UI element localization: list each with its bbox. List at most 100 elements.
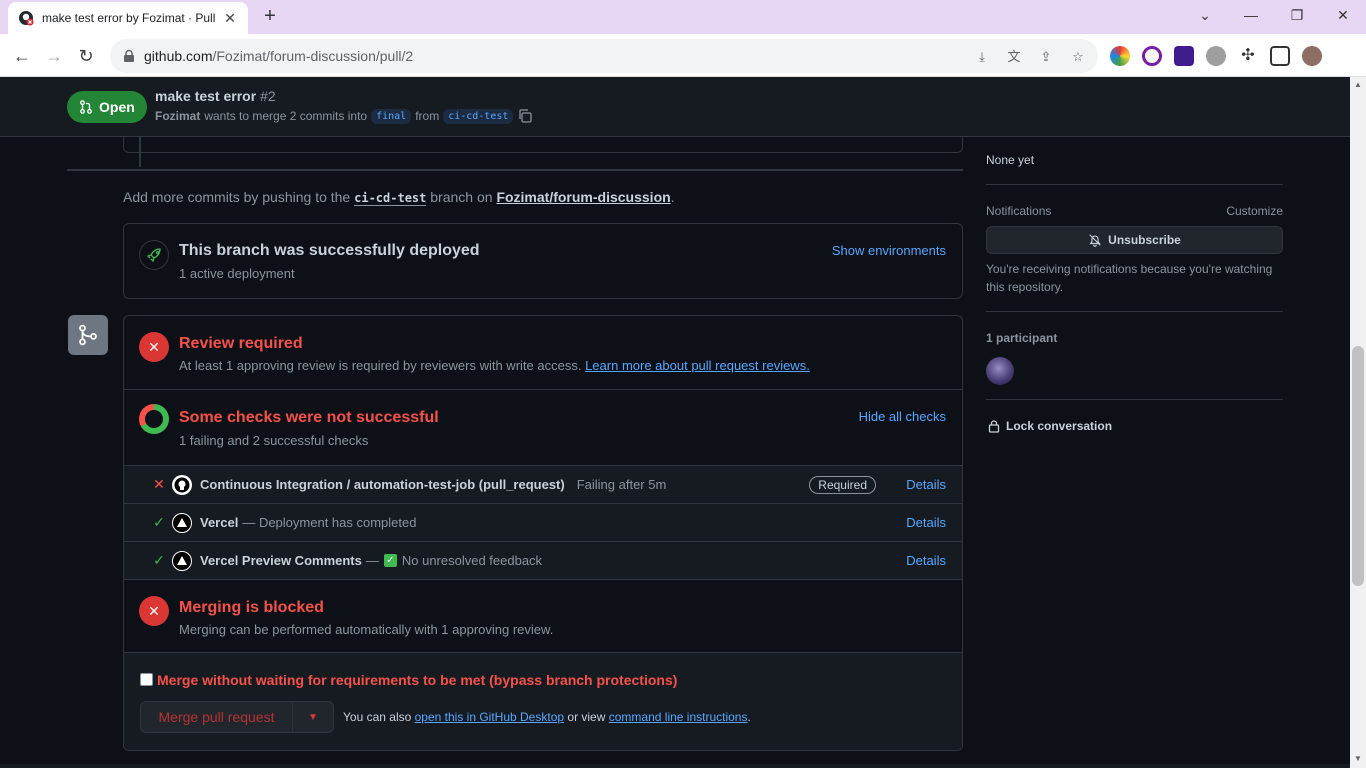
merge-method-dropdown-icon[interactable]: ▼	[293, 702, 333, 732]
pr-state-label: Open	[99, 99, 135, 115]
hide-all-checks-button[interactable]: Hide all checks	[859, 409, 946, 424]
tab-title: make test error by Fozimat · Pull	[42, 11, 216, 25]
deploy-subtitle: 1 active deployment	[179, 266, 295, 281]
sidebar-divider	[986, 399, 1283, 400]
deployment-box: This branch was successfully deployed 1 …	[123, 223, 963, 299]
base-branch[interactable]: final	[371, 108, 412, 124]
review-desc-text: At least 1 approving review is required …	[179, 358, 582, 373]
checks-title: Some checks were not successful	[179, 409, 439, 426]
review-desc: At least 1 approving review is required …	[179, 358, 810, 373]
merge-button-group: Merge pull request ▼	[140, 701, 334, 733]
previous-item-box	[123, 137, 963, 153]
maximize-button[interactable]: ❐	[1274, 0, 1320, 30]
tab-close-icon[interactable]: ✕	[222, 10, 238, 27]
check-desc-prefix: —	[365, 553, 379, 568]
github-page: Open make test error #2 Fozimat wants to…	[0, 77, 1350, 768]
minimize-button[interactable]: —	[1228, 0, 1274, 30]
git-merge-icon	[68, 315, 108, 355]
merge-actions: Merge without waiting for requirements t…	[124, 653, 962, 750]
pr-title: make test error #2	[155, 88, 276, 104]
copy-icon[interactable]	[517, 108, 533, 124]
x-circle-icon: ✕	[139, 332, 169, 362]
command-line-link[interactable]: command line instructions	[609, 710, 748, 724]
scroll-down-icon[interactable]: ▼	[1353, 754, 1363, 763]
page-scrollbar[interactable]: ▲ ▼	[1350, 77, 1366, 768]
sidebar-divider	[986, 184, 1283, 185]
also-prefix: You can also	[343, 710, 412, 724]
merging-blocked-section: ✕ Merging is blocked Merging can be perf…	[124, 580, 962, 653]
check-name: Vercel Preview Comments	[200, 553, 362, 568]
extensions-puzzle-icon[interactable]: ✣	[1238, 46, 1258, 66]
reload-icon[interactable]: ↻	[72, 42, 100, 70]
lock-icon	[988, 420, 1000, 433]
browser-tab[interactable]: make test error by Fozimat · Pull ✕	[8, 2, 248, 34]
participant-avatar[interactable]	[986, 357, 1014, 385]
close-window-button[interactable]: ✕	[1320, 0, 1366, 30]
merge-pull-request-button[interactable]: Merge pull request	[141, 702, 293, 732]
check-details-link[interactable]: Details	[906, 553, 946, 568]
check-desc: No unresolved feedback	[401, 553, 543, 568]
vercel-avatar	[172, 550, 192, 571]
check-desc: Failing after 5m	[576, 477, 667, 492]
pr-title-text: make test error	[155, 88, 257, 104]
check-row: ✓ Vercel — Deployment has completed Deta…	[124, 504, 962, 542]
check-name: Vercel	[200, 515, 239, 530]
check-row: ✓ Vercel Preview Comments — ✓ No unresol…	[124, 542, 962, 580]
profile-avatar[interactable]	[1302, 46, 1322, 66]
check-failed-icon: ✕	[153, 476, 165, 492]
browser-tab-bar: make test error by Fozimat · Pull ✕ + ⌄ …	[0, 0, 1366, 34]
blocked-title: Merging is blocked	[179, 599, 324, 616]
extension-badge-icon[interactable]	[1174, 46, 1194, 66]
tab-search-icon[interactable]: ⌄	[1182, 0, 1228, 30]
git-pull-request-icon	[80, 100, 92, 114]
push-note-repo-link[interactable]: Fozimat/forum-discussion	[496, 189, 670, 205]
unsubscribe-button[interactable]: Unsubscribe	[986, 226, 1283, 254]
bypass-label[interactable]: Merge without waiting for requirements t…	[157, 672, 677, 688]
colorpick-extension-icon[interactable]	[1142, 46, 1162, 66]
install-app-icon[interactable]: ⤓	[972, 47, 992, 67]
learn-more-reviews-link[interactable]: Learn more about pull request reviews.	[585, 358, 810, 373]
pr-author[interactable]: Fozimat	[155, 109, 200, 123]
check-row: ✕ Continuous Integration / automation-te…	[124, 466, 962, 504]
bookmark-star-icon[interactable]: ☆	[1068, 47, 1088, 67]
extension-blocked-icon[interactable]	[1206, 46, 1226, 66]
url-host: github.com	[144, 48, 213, 64]
milestone-value: None yet	[986, 153, 1035, 167]
push-note-branch[interactable]: ci-cd-test	[354, 191, 427, 206]
forward-arrow-icon[interactable]: →	[40, 42, 68, 70]
rocket-icon	[139, 240, 169, 270]
back-arrow-icon[interactable]: ←	[8, 42, 36, 70]
share-icon[interactable]: ⇪	[1036, 47, 1056, 67]
address-bar[interactable]: github.com/Fozimat/forum-discussion/pull…	[110, 39, 1098, 73]
vercel-avatar	[172, 512, 192, 533]
translate-icon[interactable]: 文	[1004, 47, 1024, 67]
side-panel-icon[interactable]	[1270, 46, 1290, 66]
participants-heading: 1 participant	[986, 331, 1058, 345]
check-desc: — Deployment has completed	[242, 515, 417, 530]
scrollbar-thumb[interactable]	[1352, 346, 1364, 586]
bypass-checkbox[interactable]	[140, 673, 153, 686]
sidebar-divider	[986, 311, 1283, 312]
checks-subtitle: 1 failing and 2 successful checks	[179, 433, 369, 448]
scroll-up-icon[interactable]: ▲	[1353, 80, 1363, 89]
merge-box: ✕ Review required At least 1 approving r…	[123, 315, 963, 751]
check-details-link[interactable]: Details	[906, 477, 946, 492]
review-title: Review required	[179, 335, 303, 352]
lock-conversation-button[interactable]: Lock conversation	[987, 419, 1112, 433]
deploy-title: This branch was successfully deployed	[179, 242, 480, 259]
head-branch[interactable]: ci-cd-test	[443, 108, 514, 124]
lock-conversation-label: Lock conversation	[1006, 419, 1113, 433]
check-name: Continuous Integration / automation-test…	[200, 477, 565, 492]
pr-subtitle: Fozimat wants to merge 2 commits into fi…	[155, 108, 533, 124]
check-details-link[interactable]: Details	[906, 515, 946, 530]
required-badge: Required	[809, 475, 876, 494]
show-environments-link[interactable]: Show environments	[832, 243, 946, 258]
push-note-suffix: .	[670, 189, 675, 205]
green-check-emoji-icon: ✓	[383, 554, 397, 567]
browser-toolbar: ← → ↻ github.com/Fozimat/forum-discussio…	[0, 34, 1366, 77]
github-desktop-link[interactable]: open this in GitHub Desktop	[415, 710, 564, 724]
new-tab-button[interactable]: +	[258, 4, 282, 28]
page-bottom-edge	[0, 764, 1350, 768]
color-extension-icon[interactable]	[1110, 46, 1130, 66]
customize-link[interactable]: Customize	[1226, 204, 1283, 218]
